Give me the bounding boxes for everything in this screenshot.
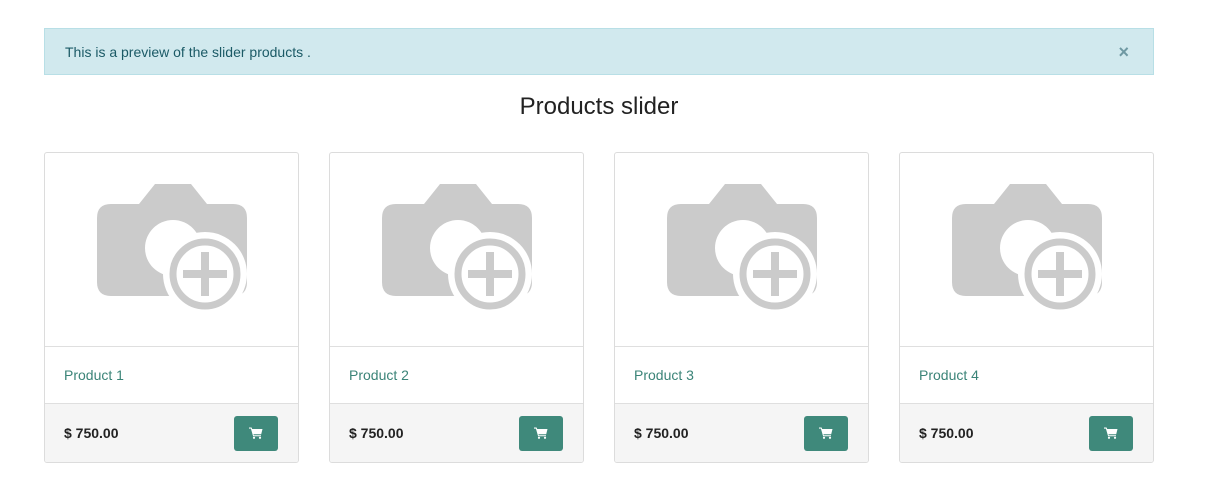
shopping-cart-icon (819, 427, 833, 439)
alert-close-button[interactable]: × (1114, 43, 1133, 61)
product-name-row: Product 1 (45, 347, 298, 404)
camera-add-placeholder-icon (381, 183, 532, 316)
shopping-cart-icon (249, 427, 263, 439)
add-to-cart-button[interactable] (234, 415, 278, 451)
products-slider: Product 1 $ 750.00 Product 2 $ 750.00 Pr… (44, 152, 1154, 463)
product-card: Product 3 $ 750.00 (614, 152, 869, 463)
product-name-row: Product 2 (330, 347, 583, 404)
product-image[interactable] (615, 153, 868, 347)
add-to-cart-button[interactable] (1089, 415, 1133, 451)
product-image[interactable] (900, 153, 1153, 347)
add-to-cart-button[interactable] (804, 415, 848, 451)
product-card: Product 2 $ 750.00 (329, 152, 584, 463)
product-price: $ 750.00 (634, 425, 689, 441)
product-footer: $ 750.00 (900, 404, 1153, 462)
page-wrapper: This is a preview of the slider products… (44, 28, 1154, 463)
product-price: $ 750.00 (349, 425, 404, 441)
product-card: Product 1 $ 750.00 (44, 152, 299, 463)
product-image[interactable] (45, 153, 298, 347)
product-name-link[interactable]: Product 1 (64, 367, 124, 383)
product-footer: $ 750.00 (615, 404, 868, 462)
product-price: $ 750.00 (64, 425, 119, 441)
camera-add-placeholder-icon (951, 183, 1102, 316)
product-image[interactable] (330, 153, 583, 347)
product-name-row: Product 4 (900, 347, 1153, 404)
product-card: Product 4 $ 750.00 (899, 152, 1154, 463)
shopping-cart-icon (1104, 427, 1118, 439)
alert-message: This is a preview of the slider products… (65, 43, 311, 60)
camera-add-placeholder-icon (666, 183, 817, 316)
product-footer: $ 750.00 (330, 404, 583, 462)
product-footer: $ 750.00 (45, 404, 298, 462)
section-title: Products slider (519, 93, 679, 120)
product-name-row: Product 3 (615, 347, 868, 404)
camera-add-placeholder-icon (96, 183, 247, 316)
add-to-cart-button[interactable] (519, 415, 563, 451)
info-alert: This is a preview of the slider products… (44, 28, 1154, 75)
product-price: $ 750.00 (919, 425, 974, 441)
product-name-link[interactable]: Product 3 (634, 367, 694, 383)
product-name-link[interactable]: Product 4 (919, 367, 979, 383)
shopping-cart-icon (534, 427, 548, 439)
product-name-link[interactable]: Product 2 (349, 367, 409, 383)
